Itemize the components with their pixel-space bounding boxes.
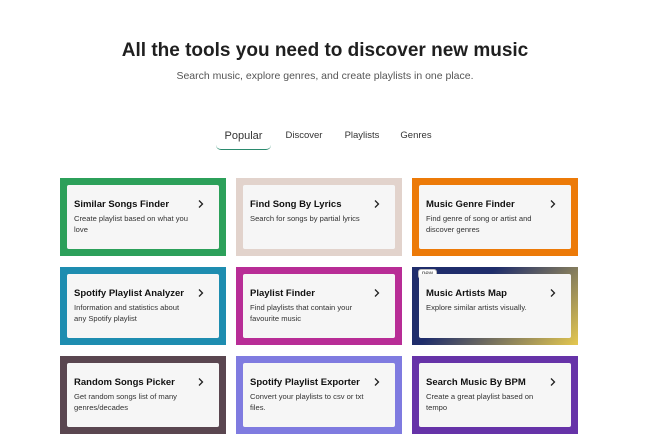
card-description: Search for songs by partial lyrics — [250, 214, 360, 223]
chevron-right-icon — [194, 375, 208, 389]
card-title: Spotify Playlist Exporter — [250, 377, 360, 388]
card-description: Find genre of song or artist and discove… — [426, 214, 532, 234]
chevron-right-icon — [370, 375, 384, 389]
card-description: Create playlist based on what you love — [74, 214, 188, 234]
card-title: Search Music By BPM — [426, 377, 526, 388]
chevron-right-icon — [546, 375, 560, 389]
card-title: Music Genre Finder — [426, 199, 515, 210]
tab-genres[interactable]: Genres — [396, 124, 436, 150]
chevron-right-icon — [370, 197, 384, 211]
tool-card-spotify-playlist-analyzer[interactable]: Spotify Playlist Analyzer Information an… — [60, 267, 226, 345]
tool-card-playlist-finder[interactable]: Playlist Finder Find playlists that cont… — [236, 267, 402, 345]
tool-card-music-genre-finder[interactable]: Music Genre Finder Find genre of song or… — [412, 178, 578, 256]
page-title: All the tools you need to discover new m… — [121, 40, 529, 61]
card-description: Explore similar artists visually. — [426, 303, 527, 312]
chevron-right-icon — [370, 286, 384, 300]
tool-card-spotify-playlist-exporter[interactable]: Spotify Playlist Exporter Convert your p… — [236, 356, 402, 434]
tool-card-similar-songs-finder[interactable]: Similar Songs Finder Create playlist bas… — [60, 178, 226, 256]
chevron-right-icon — [546, 286, 560, 300]
card-description: Convert your playlists to csv or txt fil… — [250, 392, 364, 412]
tool-card-find-song-by-lyrics[interactable]: Find Song By Lyrics Search for songs by … — [236, 178, 402, 256]
card-description: Get random songs list of many genres/dec… — [74, 392, 177, 412]
chevron-right-icon — [194, 197, 208, 211]
category-tabs: Popular Discover Playlists Genres — [0, 124, 650, 154]
chevron-right-icon — [546, 197, 560, 211]
page-subtitle: Search music, explore genres, and create… — [176, 70, 474, 82]
tab-discover[interactable]: Discover — [282, 124, 326, 150]
tab-playlists[interactable]: Playlists — [340, 124, 384, 150]
card-description: Find playlists that contain your favouri… — [250, 303, 353, 323]
card-title: Spotify Playlist Analyzer — [74, 288, 184, 299]
card-title: Find Song By Lyrics — [250, 199, 342, 210]
card-description: Create a great playlist based on tempo — [426, 392, 534, 412]
card-description: Information and statistics about any Spo… — [74, 303, 180, 323]
card-title: Similar Songs Finder — [74, 199, 170, 210]
tool-card-search-music-by-bpm[interactable]: Search Music By BPM Create a great playl… — [412, 356, 578, 434]
tab-popular[interactable]: Popular — [216, 124, 271, 150]
tool-card-music-artists-map[interactable]: new Music Artists Map Explore similar ar… — [412, 267, 578, 345]
tool-card-random-songs-picker[interactable]: Random Songs Picker Get random songs lis… — [60, 356, 226, 434]
card-title: Random Songs Picker — [74, 377, 175, 388]
chevron-right-icon — [194, 286, 208, 300]
card-title: Music Artists Map — [426, 288, 507, 299]
card-title: Playlist Finder — [250, 288, 315, 299]
